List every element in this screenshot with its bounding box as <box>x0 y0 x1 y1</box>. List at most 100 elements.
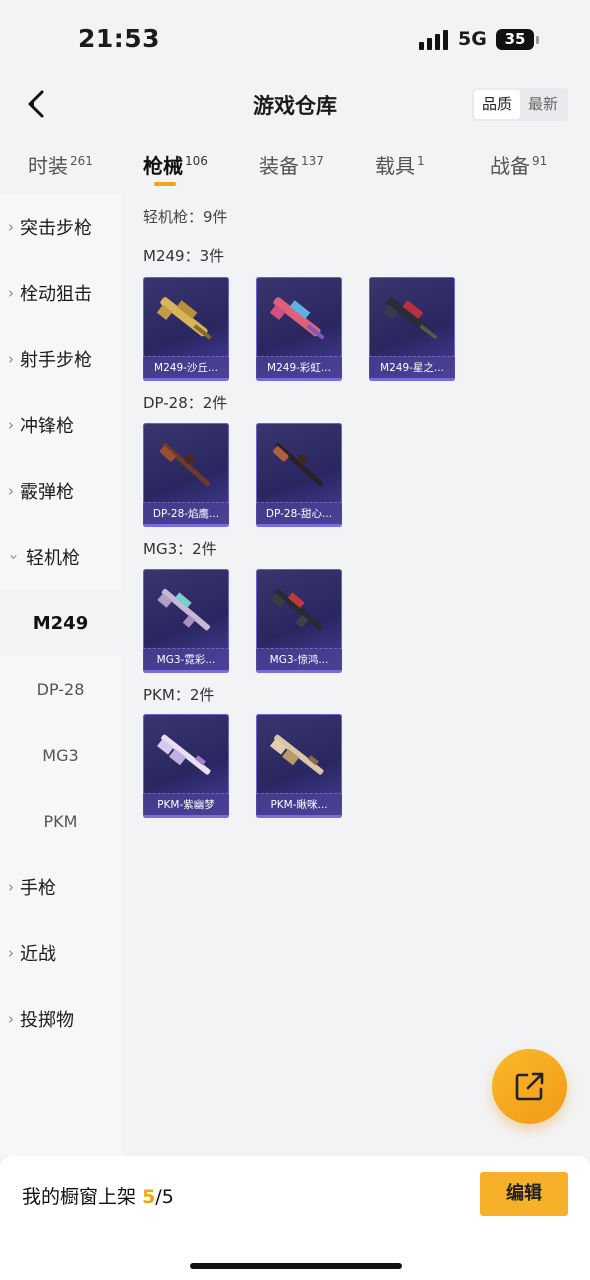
battery-icon: 35 <box>496 29 534 50</box>
sidebar-item-label: 射手步枪 <box>20 350 92 371</box>
showcase-total-count: /5 <box>155 1186 174 1208</box>
weapon-card-label: M249-星之... <box>369 356 455 378</box>
status-time: 21:53 <box>78 24 161 53</box>
sidebar-item-label: 投掷物 <box>20 1010 74 1031</box>
weapon-card-label: MG3-霓彩... <box>143 648 229 670</box>
weapon-card[interactable]: M249-彩虹... <box>256 277 342 381</box>
sort-newest-option[interactable]: 最新 <box>520 90 566 119</box>
category-summary: 轻机枪：9件 <box>143 208 228 226</box>
tab-vehicles[interactable]: 载具 1 <box>375 150 425 179</box>
sidebar-item-label: 冲锋枪 <box>20 416 74 437</box>
sidebar-item-pistol[interactable]: › 手枪 <box>0 854 121 920</box>
weapon-card[interactable]: PKM-瞅咪... <box>256 714 342 818</box>
weapon-card[interactable]: PKM-紫幽梦 <box>143 714 229 818</box>
weapon-card[interactable]: MG3-惊鸿... <box>256 569 342 673</box>
sidebar-item-lmg[interactable]: › 轻机枪 <box>0 524 121 590</box>
group-title-pkm: PKM：2件 <box>143 686 215 704</box>
tab-label: 装备 <box>259 154 299 178</box>
sidebar-item-label: 手枪 <box>20 878 56 899</box>
sidebar-item-label: 栓动狙击 <box>20 284 92 305</box>
battery-cap <box>536 36 539 44</box>
sidebar-item-bolt-sniper[interactable]: › 栓动狙击 <box>0 260 121 326</box>
weapon-card-label: M249-彩虹... <box>256 356 342 378</box>
chevron-right-icon: › <box>8 482 14 500</box>
sidebar-item-label: 轻机枪 <box>26 548 80 569</box>
edit-button[interactable]: 编辑 <box>480 1172 568 1216</box>
weapon-card-label: MG3-惊鸿... <box>256 648 342 670</box>
weapon-category-sidebar: › 突击步枪 › 栓动狙击 › 射手步枪 › 冲锋枪 › 霰弹枪 › 轻机枪 M249 DP… <box>0 194 121 1156</box>
sidebar-item-smg[interactable]: › 冲锋枪 <box>0 392 121 458</box>
sidebar-item-label: 突击步枪 <box>20 218 92 239</box>
lmg-skin-icon <box>269 734 324 775</box>
tab-count: 91 <box>532 154 548 169</box>
lmg-skin-icon <box>270 588 323 631</box>
tab-supplies[interactable]: 战备 91 <box>490 150 547 179</box>
signal-icon <box>419 30 449 50</box>
lmg-skin-icon <box>382 297 438 340</box>
group-title-m249: M249：3件 <box>143 247 225 265</box>
header: 游戏仓库 品质 最新 <box>0 80 590 130</box>
tab-count: 261 <box>70 154 93 169</box>
tab-label: 载具 <box>375 154 415 178</box>
weapon-card[interactable]: DP-28-焰鹰... <box>143 423 229 527</box>
weapon-card-label: DP-28-甜心... <box>256 502 342 524</box>
weapon-grid: 轻机枪：9件 M249：3件 M249-沙丘... M249-彩虹... M24… <box>121 194 590 1156</box>
group-title-dp28: DP-28：2件 <box>143 394 228 412</box>
sidebar-subitem-m249[interactable]: M249 <box>0 590 121 656</box>
tab-count: 137 <box>301 154 324 169</box>
sidebar-item-melee[interactable]: › 近战 <box>0 920 121 986</box>
sidebar-subitem-dp28[interactable]: DP-28 <box>0 656 121 722</box>
weapon-card[interactable]: M249-星之... <box>369 277 455 381</box>
sort-quality-option[interactable]: 品质 <box>474 90 520 119</box>
weapon-card[interactable]: DP-28-甜心... <box>256 423 342 527</box>
lmg-skin-icon <box>272 442 324 487</box>
sidebar-item-shotgun[interactable]: › 霰弹枪 <box>0 458 121 524</box>
sidebar-subitem-pkm[interactable]: PKM <box>0 788 121 854</box>
lmg-skin-icon <box>159 442 211 487</box>
tab-count: 1 <box>417 154 425 169</box>
weapon-card-label: PKM-紫幽梦 <box>143 793 229 815</box>
bottom-bar: 我的橱窗上架 5/5 编辑 <box>0 1156 590 1280</box>
chevron-right-icon: › <box>8 878 14 896</box>
tab-equipment[interactable]: 装备 137 <box>259 150 324 179</box>
category-tabs: 时装 261 枪械 106 装备 137 载具 1 战备 91 <box>0 140 590 194</box>
tab-count: 106 <box>185 154 208 169</box>
weapon-card[interactable]: MG3-霓彩... <box>143 569 229 673</box>
sidebar-item-assault-rifle[interactable]: › 突击步枪 <box>0 194 121 260</box>
chevron-right-icon: › <box>8 416 14 434</box>
tab-label: 枪械 <box>143 154 183 178</box>
share-icon <box>515 1072 544 1101</box>
status-bar: 21:53 5G 35 <box>0 0 590 80</box>
group-title-mg3: MG3：2件 <box>143 540 217 558</box>
chevron-right-icon: › <box>8 350 14 368</box>
sidebar-item-throwable[interactable]: › 投掷物 <box>0 986 121 1052</box>
tab-label: 战备 <box>490 154 530 178</box>
sidebar-item-label: 近战 <box>20 944 56 965</box>
lmg-skin-icon <box>269 297 325 340</box>
sidebar-item-label: 霰弹枪 <box>20 482 74 503</box>
share-button[interactable] <box>492 1049 567 1124</box>
tab-fashion[interactable]: 时装 261 <box>28 150 93 179</box>
tab-firearms[interactable]: 枪械 106 <box>143 150 208 179</box>
weapon-card-label: M249-沙丘... <box>143 356 229 378</box>
showcase-label: 我的橱窗上架 <box>22 1186 137 1208</box>
tab-label: 时装 <box>28 154 68 178</box>
active-tab-indicator <box>154 182 176 186</box>
chevron-right-icon: › <box>8 284 14 302</box>
home-indicator[interactable] <box>190 1263 402 1269</box>
weapon-card-label: DP-28-焰鹰... <box>143 502 229 524</box>
chevron-right-icon: › <box>8 1010 14 1028</box>
lmg-skin-icon <box>156 734 211 775</box>
showcase-status: 我的橱窗上架 5/5 <box>22 1182 174 1209</box>
chevron-down-icon: › <box>5 554 23 560</box>
sidebar-subitem-mg3[interactable]: MG3 <box>0 722 121 788</box>
lmg-skin-icon <box>156 297 212 340</box>
showcase-current-count: 5 <box>142 1186 156 1208</box>
chevron-right-icon: › <box>8 218 14 236</box>
sidebar-item-marksman-rifle[interactable]: › 射手步枪 <box>0 326 121 392</box>
network-type: 5G <box>458 28 487 50</box>
sort-toggle: 品质 最新 <box>472 88 568 121</box>
chevron-right-icon: › <box>8 944 14 962</box>
weapon-card[interactable]: M249-沙丘... <box>143 277 229 381</box>
weapon-card-label: PKM-瞅咪... <box>256 793 342 815</box>
